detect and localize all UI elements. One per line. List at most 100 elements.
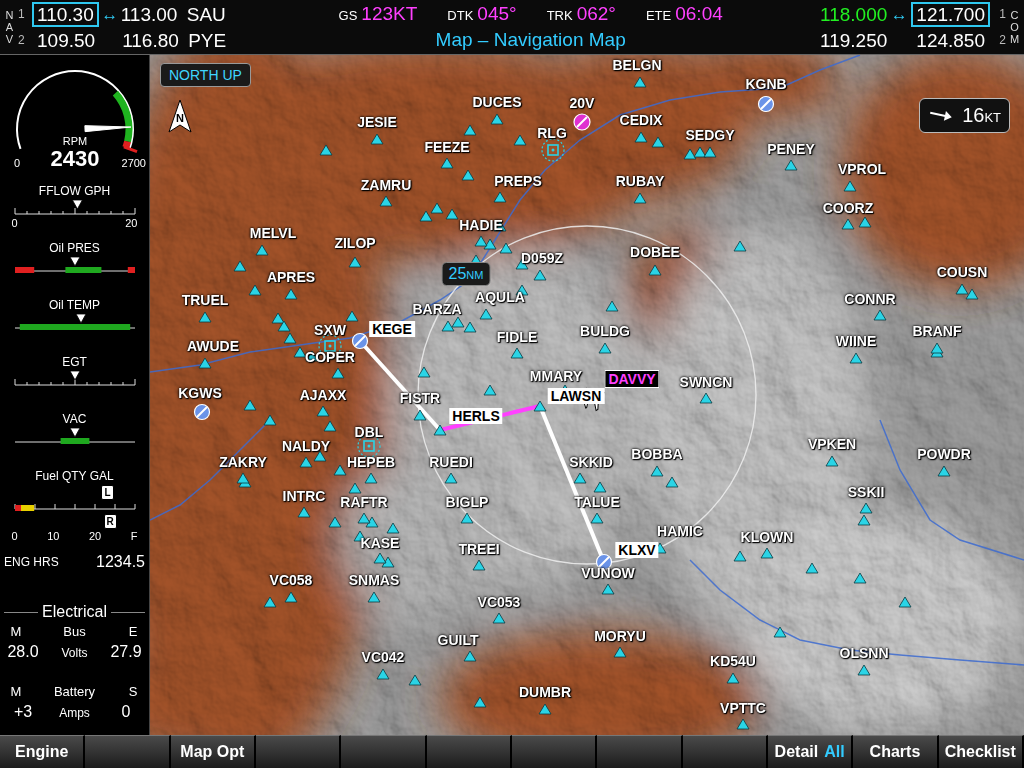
softkey[interactable] [512, 735, 597, 768]
softkey[interactable] [683, 735, 768, 768]
waypoint-label[interactable]: ZAKRY [219, 454, 267, 470]
waypoint-label[interactable]: COUSN [937, 264, 988, 280]
waypoint-label[interactable]: VC058 [270, 572, 313, 588]
nav-radio-row[interactable]: 1110.30↔113.00SAU [18, 1, 226, 27]
waypoint-label[interactable]: NALDY [282, 438, 330, 454]
waypoint-label[interactable]: COPER [305, 349, 355, 365]
waypoint-label[interactable]: PREPS [494, 173, 541, 189]
waypoint-label[interactable]: KGWS [178, 385, 222, 401]
waypoint-label[interactable]: PENEY [767, 141, 814, 157]
waypoint-label[interactable]: RAFTR [340, 494, 387, 510]
waypoint-label[interactable]: BULDG [580, 323, 630, 339]
softkey[interactable]: Charts [853, 735, 938, 768]
waypoint-label[interactable]: SEDGY [685, 127, 734, 143]
waypoint-label[interactable]: INTRC [283, 488, 326, 504]
waypoint-label[interactable]: MMARY [530, 368, 582, 384]
waypoint-label[interactable]: DBL [355, 424, 384, 440]
nav-swap[interactable]: ↔ [99, 6, 121, 23]
waypoint-label[interactable]: SNMAS [349, 572, 400, 588]
waypoint-label[interactable]: HERLS [449, 408, 502, 424]
nav-standby-frequency[interactable]: 109.50 [32, 28, 100, 53]
waypoint-label[interactable]: LAWSN [548, 388, 605, 404]
waypoint-label[interactable]: RUEDI [429, 454, 473, 470]
intersection-icon [445, 473, 457, 483]
waypoint-label[interactable]: VPTTC [720, 700, 766, 716]
waypoint-label[interactable]: ZAMRU [361, 177, 412, 193]
waypoint-label[interactable]: COORZ [823, 200, 874, 216]
com-standby-frequency[interactable]: 121.700 [911, 2, 990, 27]
waypoint-label[interactable]: MORYU [594, 628, 646, 644]
waypoint-label[interactable]: VC053 [478, 594, 521, 610]
waypoint-label[interactable]: HAMIC [657, 523, 703, 539]
waypoint-label[interactable]: BOBBA [631, 446, 682, 462]
waypoint-label[interactable]: KEGE [369, 321, 415, 337]
waypoint-label[interactable]: HADIE [459, 217, 503, 233]
waypoint-label[interactable]: POWDR [917, 446, 971, 462]
softkey[interactable]: Checklist [939, 735, 1024, 768]
waypoint-label[interactable]: KASE [361, 535, 400, 551]
nav-standby-frequency[interactable]: 110.30 [32, 2, 99, 27]
waypoint-label[interactable]: RLG [537, 125, 567, 141]
waypoint-label[interactable]: KD54U [710, 653, 756, 669]
waypoint-label[interactable]: DAVVY [604, 370, 659, 388]
waypoint-label[interactable]: D059Z [521, 250, 563, 266]
waypoint-label[interactable]: TALUE [574, 494, 620, 510]
waypoint-label[interactable]: SWNCN [680, 374, 733, 390]
waypoint-label[interactable]: AJAXX [300, 387, 347, 403]
softkey[interactable] [597, 735, 682, 768]
waypoint-label[interactable]: BARZA [413, 301, 462, 317]
map-range[interactable]: 25NM [442, 262, 491, 286]
orientation-label[interactable]: NORTH UP [160, 63, 251, 87]
waypoint-label[interactable]: SXW [314, 322, 346, 338]
waypoint-label[interactable]: RUBAY [616, 173, 665, 189]
rpm-min: 0 [14, 157, 20, 169]
waypoint-label[interactable]: VPROL [838, 161, 886, 177]
waypoint-label[interactable]: BELGN [613, 57, 662, 73]
com-radio-row[interactable]: 119.250124.8502 [811, 27, 1006, 53]
waypoint-label[interactable]: WIINE [836, 333, 876, 349]
waypoint-label[interactable]: CEDIX [620, 112, 663, 128]
waypoint-label[interactable]: FISTR [400, 390, 440, 406]
waypoint-label[interactable]: BRANF [913, 323, 962, 339]
waypoint-label[interactable]: SSKII [848, 484, 885, 500]
waypoint-label[interactable]: GUILT [438, 632, 479, 648]
intersection-icon [844, 181, 856, 191]
waypoint-label[interactable]: DUMBR [519, 684, 571, 700]
waypoint-label[interactable]: MELVL [250, 225, 296, 241]
softkey[interactable]: Engine [0, 735, 85, 768]
waypoint-label[interactable]: VPKEN [808, 436, 856, 452]
com-standby-frequency[interactable]: 124.850 [911, 28, 990, 53]
waypoint-label[interactable]: ZILOP [334, 235, 375, 251]
waypoint-label[interactable]: APRES [267, 269, 315, 285]
softkey[interactable]: DetailAll [768, 735, 853, 768]
waypoint-label[interactable]: DUCES [472, 94, 521, 110]
waypoint-label[interactable]: TREEI [458, 541, 499, 557]
softkey[interactable]: Map Opt [171, 735, 256, 768]
waypoint-label[interactable]: JESIE [357, 114, 397, 130]
waypoint-label[interactable]: HEPEB [347, 454, 395, 470]
waypoint-label[interactable]: OLSNN [840, 645, 889, 661]
waypoint-label[interactable]: SKKID [569, 454, 613, 470]
waypoint-label[interactable]: KGNB [745, 76, 786, 92]
waypoint-label[interactable]: BIGLP [446, 494, 489, 510]
waypoint-label[interactable]: DOBEE [630, 244, 680, 260]
softkey[interactable] [341, 735, 426, 768]
com-radio-row[interactable]: 118.000↔121.7001 [811, 1, 1006, 27]
waypoint-label[interactable]: VC042 [362, 649, 405, 665]
waypoint-label[interactable]: VUNOW [581, 565, 635, 581]
waypoint-label[interactable]: FIDLE [497, 329, 537, 345]
softkey[interactable] [85, 735, 170, 768]
waypoint-label[interactable]: AWUDE [187, 338, 239, 354]
waypoint-label[interactable]: FEEZE [424, 139, 469, 155]
waypoint-label[interactable]: TRUEL [182, 292, 229, 308]
com-swap[interactable]: ↔ [887, 6, 911, 23]
waypoint-label[interactable]: AQULA [475, 289, 525, 305]
waypoint-label[interactable]: KLXV [615, 542, 658, 558]
nav-radio-row[interactable]: 2109.50116.80PYE [18, 27, 226, 53]
waypoint-label[interactable]: 20V [570, 95, 595, 111]
softkey[interactable] [256, 735, 341, 768]
softkey[interactable] [427, 735, 512, 768]
waypoint-label[interactable]: CONNR [844, 291, 895, 307]
navigation-map[interactable]: BELGN DUCES JESIE FEEZE 20VRLG CEDIX KGNB SEDGY… [150, 55, 1024, 735]
waypoint-label[interactable]: KLOWN [741, 529, 794, 545]
